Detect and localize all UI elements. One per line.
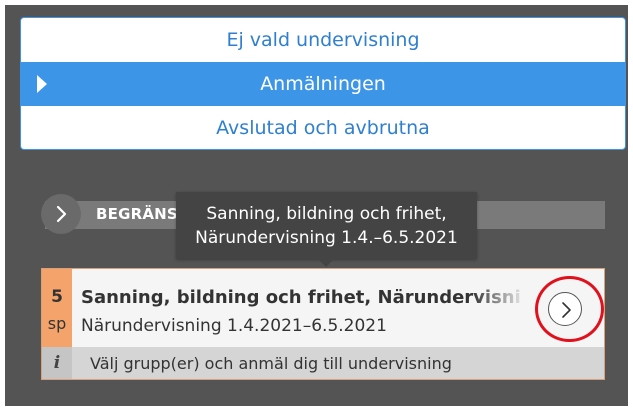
course-title[interactable]: Sanning, bildning och frihet, Närundervi… [81, 287, 521, 308]
menu-item-label: Anmälningen [260, 73, 386, 95]
footer-instruction: Välj grupp(er) och anmäl dig till underv… [90, 354, 452, 373]
tooltip-line-1: Sanning, bildning och frihet, [206, 204, 447, 224]
menu-item-not-selected[interactable]: Ej vald undervisning [21, 18, 625, 62]
credits-unit: sp [47, 314, 67, 333]
menu-item-label: Ej vald undervisning [226, 29, 420, 51]
course-subtitle: Närundervisning 1.4.2021–6.5.2021 [81, 316, 387, 336]
menu-item-completed[interactable]: Avslutad och avbrutna [21, 106, 625, 149]
menu-item-label: Avslutad och avbrutna [216, 117, 430, 139]
credits-badge: 5 sp [42, 269, 72, 347]
tooltip-line-2: Närundervisning 1.4.–6.5.2021 [195, 228, 458, 248]
card-footer: i Välj grupp(er) och anmäl dig till unde… [42, 347, 604, 379]
credits-value: 5 [51, 287, 63, 307]
filter-toggle-button[interactable] [41, 194, 81, 234]
info-icon: i [42, 347, 72, 379]
triangle-right-icon [37, 75, 47, 93]
highlight-ring [535, 276, 604, 342]
course-card[interactable]: 5 sp Sanning, bildning och frihet, Närun… [41, 268, 605, 380]
menu-item-enrolment[interactable]: Anmälningen [21, 62, 625, 106]
tooltip-arrow [318, 259, 334, 267]
enrolment-status-menu: Ej vald undervisning Anmälningen Avsluta… [20, 17, 626, 150]
chevron-right-icon [56, 205, 67, 223]
course-tooltip: Sanning, bildning och frihet, Närundervi… [176, 192, 477, 259]
title-fade [472, 283, 527, 313]
